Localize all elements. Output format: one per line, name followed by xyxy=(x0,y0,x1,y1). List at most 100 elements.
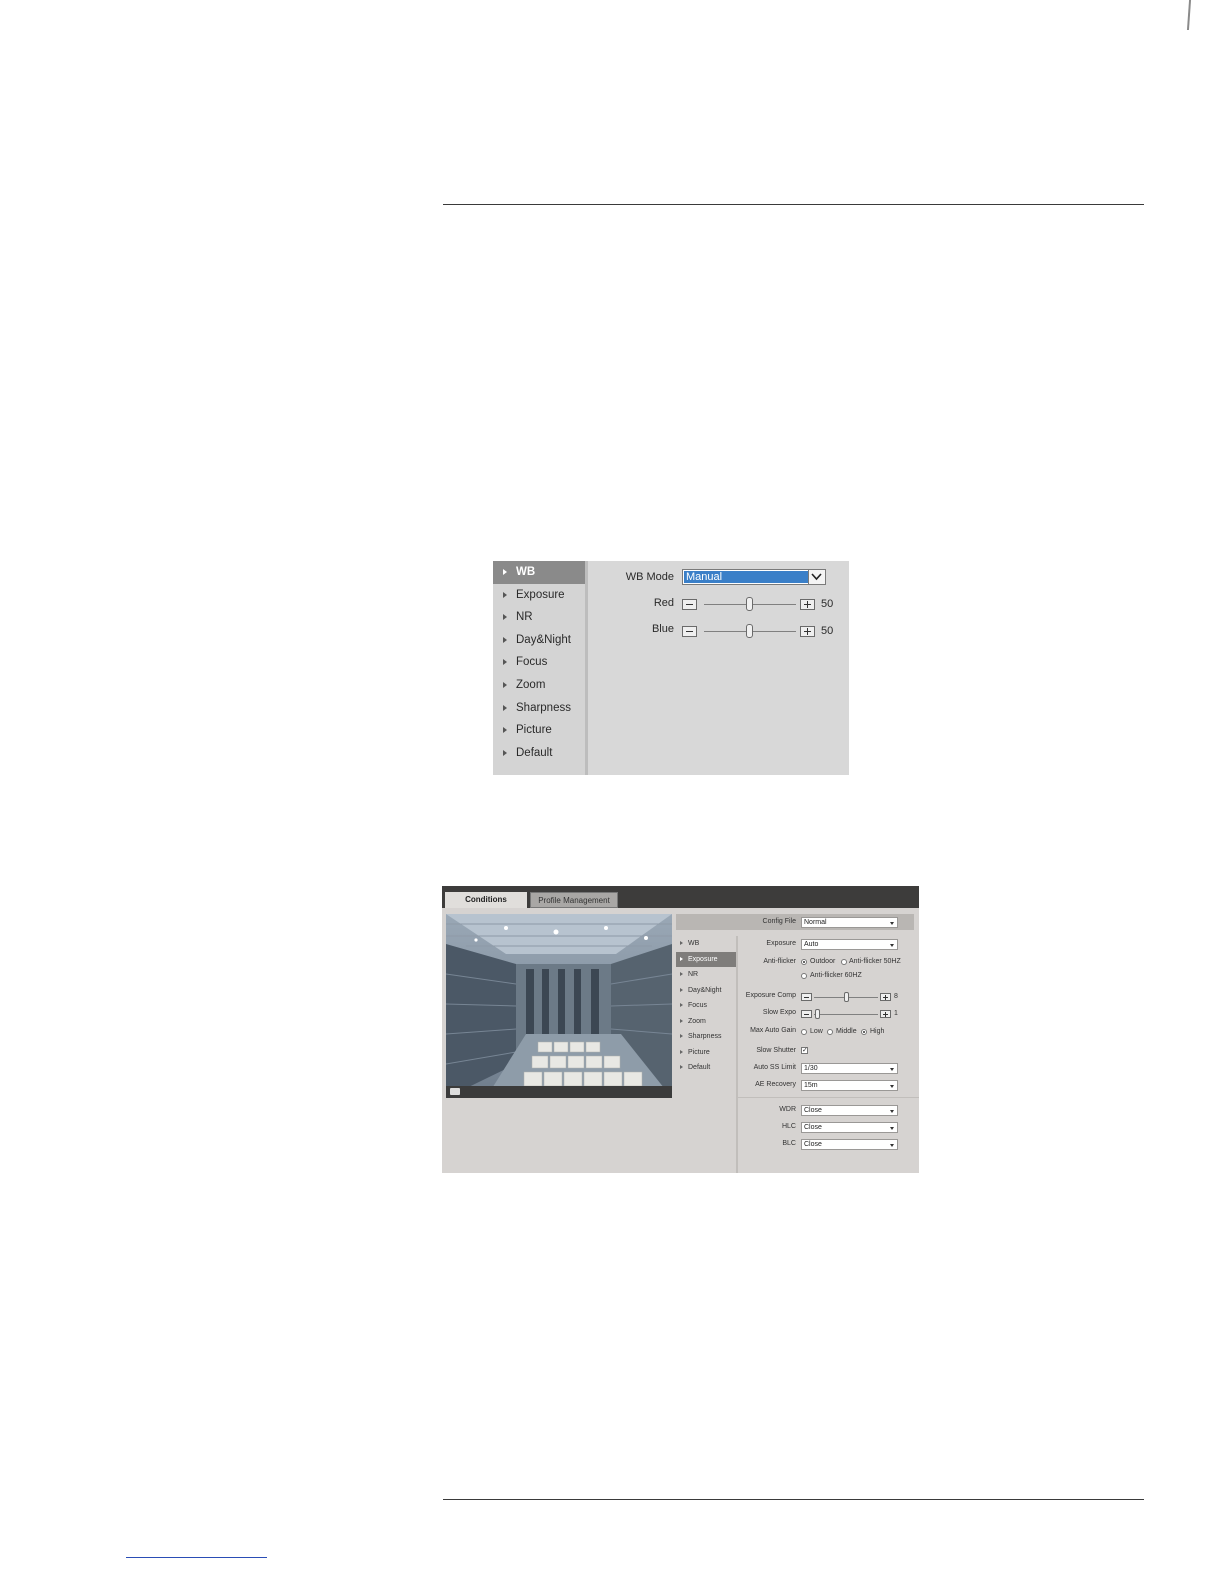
config-file-label: Config File xyxy=(762,918,796,925)
config-file-value: Normal xyxy=(804,919,827,926)
menu-item-focus[interactable]: Focus xyxy=(493,651,585,674)
slow-shutter-label: Slow Shutter xyxy=(756,1047,796,1054)
max-auto-gain-label: Max Auto Gain xyxy=(750,1027,796,1034)
ae-recovery-label: AE Recovery xyxy=(755,1081,796,1088)
red-slider-thumb[interactable] xyxy=(746,597,753,611)
radio-gain-low[interactable] xyxy=(801,1029,807,1035)
tab-conditions[interactable]: Conditions xyxy=(445,892,527,908)
exposure-value: Auto xyxy=(804,941,819,948)
footer-rule xyxy=(443,1499,1144,1500)
slow-expo-plus-button[interactable] xyxy=(880,1010,891,1018)
blue-slider-thumb[interactable] xyxy=(746,624,753,638)
config-file-select[interactable]: Normal xyxy=(801,917,898,928)
slow-shutter-checkbox[interactable]: ✓ xyxy=(801,1047,808,1054)
wb-mode-select[interactable]: Manual xyxy=(682,569,826,585)
menu-item-label: Sharpness xyxy=(688,1033,722,1040)
radio-anti-flicker-50hz[interactable] xyxy=(841,959,847,965)
exposure-comp-slider-thumb[interactable] xyxy=(844,992,849,1002)
menu-item-label: Zoom xyxy=(688,1017,706,1025)
hlc-select[interactable]: Close xyxy=(801,1122,898,1133)
blc-select[interactable]: Close xyxy=(801,1139,898,1150)
slow-expo-minus-button[interactable] xyxy=(801,1010,812,1018)
exposure-comp-minus-button[interactable] xyxy=(801,993,812,1001)
ae-recovery-value: 15m xyxy=(804,1082,818,1089)
arrow-right-icon xyxy=(680,1003,683,1007)
arrow-right-icon xyxy=(503,591,507,598)
footer-link-underline[interactable] xyxy=(126,1557,267,1558)
radio-anti-flicker-50hz-label: Anti-flicker 50HZ xyxy=(849,958,901,965)
blue-plus-button[interactable] xyxy=(800,626,815,637)
auto-ss-limit-select[interactable]: 1/30 xyxy=(801,1063,898,1074)
auto-ss-limit-value: 1/30 xyxy=(804,1065,818,1072)
chevron-down-icon xyxy=(890,1068,894,1071)
conditions-window: Conditions Profile Management Config Fil… xyxy=(442,886,919,1173)
wb-mode-label: WB Mode xyxy=(625,571,674,583)
panel-divider xyxy=(736,936,738,1173)
radio-anti-flicker-60hz[interactable] xyxy=(801,973,807,979)
exposure-comp-plus-button[interactable] xyxy=(880,993,891,1001)
red-plus-button[interactable] xyxy=(800,599,815,610)
arrow-right-icon xyxy=(503,727,507,734)
arrow-right-icon xyxy=(680,1049,683,1054)
menu-item-label: WB xyxy=(516,566,536,578)
red-minus-button[interactable] xyxy=(682,599,697,610)
blc-label: BLC xyxy=(782,1140,796,1147)
slow-expo-slider-track[interactable] xyxy=(814,1014,878,1015)
radio-gain-high[interactable] xyxy=(861,1029,867,1035)
exposure-select[interactable]: Auto xyxy=(801,939,898,950)
chevron-down-icon xyxy=(890,1085,894,1088)
settings-submenu: WB Exposure NR Day&Night Focus Zoom Shar… xyxy=(676,936,736,1076)
radio-outdoor[interactable] xyxy=(801,959,807,965)
snapshot-camera-icon[interactable] xyxy=(450,1088,460,1095)
radio-gain-middle[interactable] xyxy=(827,1029,833,1035)
menu-item-day-night[interactable]: Day&Night xyxy=(493,629,585,652)
menu-item-nr[interactable]: NR xyxy=(676,967,736,983)
preview-toolbar xyxy=(446,1086,672,1098)
exposure-comp-value: 8 xyxy=(894,993,898,1000)
ae-recovery-select[interactable]: 15m xyxy=(801,1080,898,1091)
hlc-value: Close xyxy=(804,1124,822,1131)
menu-item-label: Sharpness xyxy=(516,701,571,714)
menu-item-label: Focus xyxy=(516,656,548,669)
menu-item-zoom[interactable]: Zoom xyxy=(493,674,585,697)
menu-item-nr[interactable]: NR xyxy=(493,606,585,629)
menu-item-wb[interactable]: WB xyxy=(493,561,585,584)
chevron-down-icon xyxy=(890,922,894,925)
wdr-label: WDR xyxy=(779,1106,796,1113)
exposure-label: Exposure xyxy=(766,940,796,947)
section-divider xyxy=(738,1097,919,1098)
arrow-right-icon xyxy=(680,1018,683,1023)
wb-mode-value: Manual xyxy=(684,571,811,583)
chevron-down-icon xyxy=(890,944,894,947)
blue-minus-button[interactable] xyxy=(682,626,697,637)
menu-item-default[interactable]: Default xyxy=(493,742,585,765)
menu-item-picture[interactable]: Picture xyxy=(493,719,585,742)
arrow-right-icon xyxy=(503,614,507,621)
radio-gain-low-label: Low xyxy=(810,1028,823,1035)
chevron-down-icon xyxy=(890,1110,894,1113)
slow-expo-slider-thumb[interactable] xyxy=(815,1009,820,1019)
chevron-down-icon xyxy=(890,1144,894,1147)
tab-profile-management[interactable]: Profile Management xyxy=(530,892,618,908)
auto-ss-limit-label: Auto SS Limit xyxy=(753,1064,796,1071)
arrow-right-icon xyxy=(680,956,683,961)
menu-item-exposure[interactable]: Exposure xyxy=(493,584,585,607)
menu-item-sharpness[interactable]: Sharpness xyxy=(493,697,585,720)
menu-item-label: Day&Night xyxy=(516,633,571,646)
wdr-value: Close xyxy=(804,1107,822,1114)
arrow-right-icon xyxy=(503,636,507,643)
arrow-right-icon xyxy=(503,681,507,688)
radio-gain-high-label: High xyxy=(870,1028,885,1035)
blue-value: 50 xyxy=(821,625,834,637)
red-label: Red xyxy=(653,597,674,609)
menu-item-label: NR xyxy=(516,611,533,624)
wdr-select[interactable]: Close xyxy=(801,1105,898,1116)
radio-outdoor-label: Outdoor xyxy=(810,958,836,965)
exposure-comp-label: Exposure Comp xyxy=(745,992,796,999)
warehouse-video-image xyxy=(446,914,672,1098)
slow-expo-value: 1 xyxy=(894,1010,898,1017)
header-rule xyxy=(443,204,1144,205)
arrow-right-icon xyxy=(680,972,683,976)
menu-item-label: Default xyxy=(516,746,553,759)
chevron-down-icon[interactable] xyxy=(808,570,825,584)
